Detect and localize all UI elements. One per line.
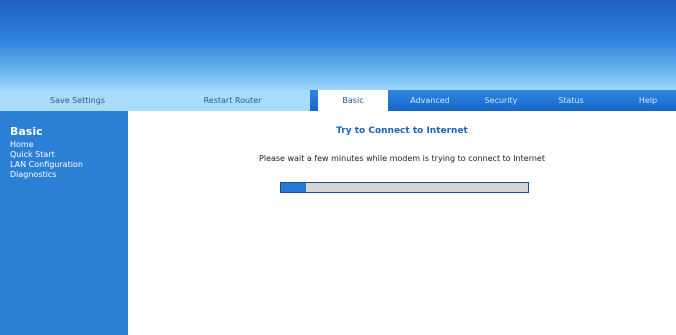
sidebar-item-quick-start[interactable]: Quick Start — [10, 150, 55, 159]
tab-advanced[interactable]: Advanced — [395, 90, 465, 111]
header-banner — [0, 0, 676, 90]
tab-basic[interactable]: Basic — [318, 90, 388, 111]
sidebar-item-home[interactable]: Home — [10, 140, 34, 149]
sidebar-title: Basic — [10, 125, 43, 138]
sidebar-item-diagnostics[interactable]: Diagnostics — [10, 170, 56, 179]
sidebar-item-lan-configuration[interactable]: LAN Configuration — [10, 160, 83, 169]
sidebar: Basic Home Quick Start LAN Configuration… — [0, 111, 128, 335]
tab-security[interactable]: Security — [468, 90, 534, 111]
connection-progress-bar — [280, 182, 529, 193]
status-message: Please wait a few minutes while modem is… — [259, 154, 545, 163]
save-settings-link[interactable]: Save Settings — [0, 90, 155, 111]
restart-router-link[interactable]: Restart Router — [155, 90, 310, 111]
page-title: Try to Connect to Internet — [336, 126, 468, 136]
top-nav-bar: Save Settings Restart Router Basic Advan… — [0, 90, 676, 111]
tab-status[interactable]: Status — [538, 90, 604, 111]
tab-help[interactable]: Help — [620, 90, 676, 111]
progress-bar-fill — [281, 183, 306, 192]
